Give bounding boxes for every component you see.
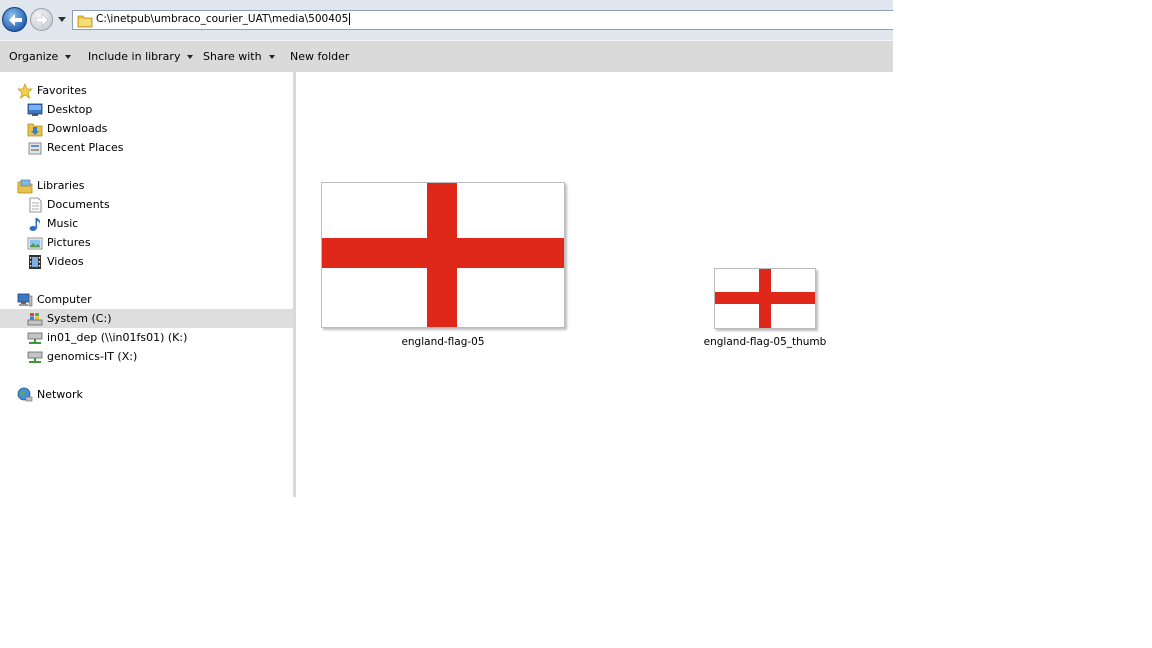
england-flag-graphic bbox=[322, 183, 564, 327]
organize-label: Organize bbox=[9, 50, 59, 63]
chevron-down-icon bbox=[65, 55, 72, 59]
nav-item-genomics-it-x[interactable]: genomics-IT (X:) bbox=[0, 347, 293, 366]
nav-libraries[interactable]: Libraries bbox=[0, 176, 293, 195]
nav-item-music[interactable]: Music bbox=[0, 214, 293, 233]
england-flag-graphic bbox=[715, 269, 815, 328]
nav-favorites[interactable]: Favorites bbox=[0, 81, 293, 100]
documents-icon bbox=[29, 197, 42, 213]
nav-item-desktop[interactable]: Desktop bbox=[0, 100, 293, 119]
explorer-window: C:\inetpub\umbraco_courier_UAT\media\500… bbox=[0, 0, 893, 497]
file-item-england-flag-05[interactable]: england-flag-05 bbox=[318, 180, 568, 355]
nav-item-in01-dep-k[interactable]: in01_dep (\\in01fs01) (K:) bbox=[0, 328, 293, 347]
nav-item-system-c[interactable]: System (C:) bbox=[0, 309, 293, 328]
file-item-england-flag-05-thumb[interactable]: england-flag-05_thumb bbox=[700, 262, 830, 355]
pictures-icon bbox=[27, 237, 43, 250]
nav-item-label: Pictures bbox=[47, 236, 91, 249]
network-drive-icon bbox=[27, 351, 43, 363]
nav-libraries-label: Libraries bbox=[37, 179, 85, 192]
england-flag-image bbox=[714, 268, 816, 329]
nav-item-label: Recent Places bbox=[47, 141, 124, 154]
nav-item-label: Documents bbox=[47, 198, 110, 211]
share-with-label: Share with bbox=[203, 50, 262, 63]
downloads-folder-icon bbox=[27, 123, 43, 137]
network-drive-icon bbox=[27, 332, 43, 344]
address-bar[interactable]: C:\inetpub\umbraco_courier_UAT\media\500… bbox=[72, 10, 893, 30]
navigation-bar: C:\inetpub\umbraco_courier_UAT\media\500… bbox=[0, 0, 893, 40]
england-flag-image bbox=[321, 182, 565, 328]
address-text[interactable]: C:\inetpub\umbraco_courier_UAT\media\500… bbox=[96, 13, 351, 25]
recent-pages-dropdown-icon[interactable] bbox=[57, 14, 67, 24]
nav-item-label: Desktop bbox=[47, 103, 93, 116]
nav-item-recent-places[interactable]: Recent Places bbox=[0, 138, 293, 157]
share-with-button[interactable]: Share with bbox=[203, 50, 275, 63]
nav-item-label: System (C:) bbox=[47, 312, 112, 325]
text-caret bbox=[349, 13, 351, 25]
nav-computer[interactable]: Computer bbox=[0, 290, 293, 309]
nav-item-label: in01_dep (\\in01fs01) (K:) bbox=[47, 331, 188, 344]
network-globe-icon bbox=[17, 387, 33, 402]
file-name: england-flag-05_thumb bbox=[703, 336, 827, 348]
system-drive-icon bbox=[27, 313, 43, 326]
command-bar: Organize Include in library Share with N… bbox=[0, 40, 893, 72]
nav-item-label: Music bbox=[47, 217, 79, 230]
nav-item-documents[interactable]: Documents bbox=[0, 195, 293, 214]
include-in-library-label: Include in library bbox=[88, 50, 181, 63]
nav-item-videos[interactable]: Videos bbox=[0, 252, 293, 271]
folder-icon bbox=[77, 15, 93, 28]
nav-favorites-label: Favorites bbox=[37, 84, 87, 97]
chevron-down-icon bbox=[268, 55, 275, 59]
nav-computer-label: Computer bbox=[37, 293, 92, 306]
back-button[interactable] bbox=[2, 7, 27, 32]
recent-places-icon bbox=[28, 142, 42, 155]
nav-item-label: Downloads bbox=[47, 122, 108, 135]
videos-film-icon bbox=[29, 255, 41, 269]
libraries-icon bbox=[17, 179, 33, 194]
include-in-library-button[interactable]: Include in library bbox=[88, 50, 194, 63]
nav-network[interactable]: Network bbox=[0, 385, 293, 404]
back-arrow-icon bbox=[9, 14, 22, 26]
desktop-icon bbox=[27, 103, 43, 116]
music-note-icon bbox=[29, 218, 41, 231]
new-folder-button[interactable]: New folder bbox=[290, 50, 349, 63]
organize-button[interactable]: Organize bbox=[9, 50, 72, 63]
forward-button[interactable] bbox=[30, 8, 53, 31]
star-icon bbox=[17, 83, 33, 99]
forward-arrow-icon bbox=[35, 13, 49, 27]
file-list: england-flag-05 england-flag-05_thumb bbox=[296, 72, 893, 497]
nav-item-pictures[interactable]: Pictures bbox=[0, 233, 293, 252]
address-path: C:\inetpub\umbraco_courier_UAT\media\500… bbox=[96, 13, 349, 25]
navigation-pane: Favorites Desktop Downloads Recent Place… bbox=[0, 72, 293, 497]
computer-icon bbox=[17, 293, 33, 307]
nav-network-label: Network bbox=[37, 388, 83, 401]
chevron-down-icon bbox=[187, 55, 194, 59]
nav-item-label: genomics-IT (X:) bbox=[47, 350, 138, 363]
file-name: england-flag-05 bbox=[401, 336, 485, 348]
nav-item-label: Videos bbox=[47, 255, 84, 268]
nav-item-downloads[interactable]: Downloads bbox=[0, 119, 293, 138]
